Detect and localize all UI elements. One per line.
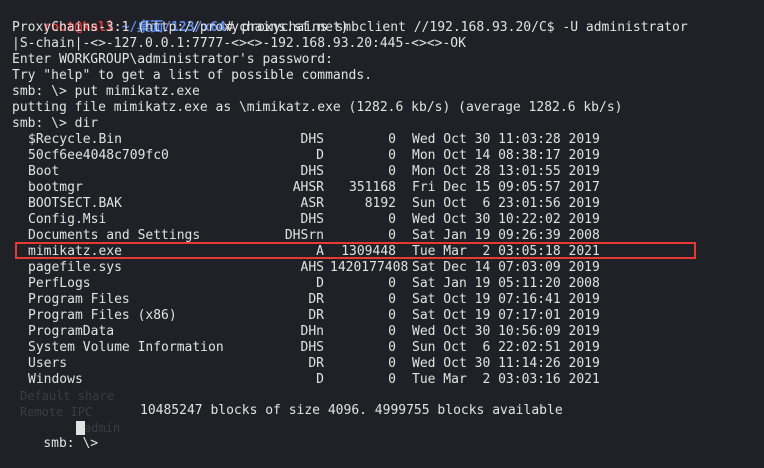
dir-date: Mon Oct 28 13:01:55 2019 [412, 164, 600, 179]
dir-row: Users DR 0 Wed Oct 30 11:14:26 2019 [0, 356, 764, 372]
dir-row: Program Files (x86) DR 0 Sat Oct 19 07:17:0… [0, 308, 764, 324]
highlight-box [15, 242, 696, 259]
dir-attr: DR [308, 356, 324, 371]
ghost-text-default-share: Default share [20, 389, 114, 403]
dir-name: $Recycle.Bin [28, 132, 122, 147]
dir-attr: DHS [300, 164, 324, 179]
dir-attr: DR [308, 308, 324, 323]
dir-attr: DHS [300, 340, 324, 355]
dir-row: $Recycle.Bin DHS 0 Wed Oct 30 11:03:28 2019 [0, 132, 764, 148]
dir-size: 0 [388, 340, 396, 355]
dir-name: pagefile.sys [28, 260, 122, 275]
dir-name: BOOTSECT.BAK [28, 196, 122, 211]
dir-name: PerfLogs [28, 276, 91, 291]
dir-name: Program Files [28, 292, 130, 307]
dir-name: Config.Msi [28, 212, 107, 227]
dir-date: Sat Oct 19 07:16:41 2019 [412, 292, 600, 307]
dir-row: pagefile.sys AHS 1420177408 Sat Dec 14 07:0… [0, 260, 764, 276]
dir-attr: D [316, 276, 324, 291]
dir-row: Program Files DR 0 Sat Oct 19 07:16:41 2019 [0, 292, 764, 308]
dir-name: 50cf6ee4048c709fc0 [28, 148, 169, 163]
dir-name: Boot [28, 164, 60, 179]
terminal-cursor [76, 421, 85, 435]
dir-row: bootmgr AHSR 351168 Fri Dec 15 09:05:57 201… [0, 180, 764, 196]
dir-size: 0 [388, 324, 396, 339]
dir-size: 0 [388, 292, 396, 307]
dir-row: BOOTSECT.BAK ASR 8192 Sun Oct 6 23:01:56 20… [0, 196, 764, 212]
dir-size: 0 [388, 308, 396, 323]
dir-date: Sun Oct 6 23:01:56 2019 [412, 196, 600, 211]
dir-row: Boot DHS 0 Mon Oct 28 13:01:55 2019 [0, 164, 764, 180]
dir-attr: D [316, 372, 324, 387]
dir-row: Windows D 0 Tue Mar 2 03:03:16 2021 [0, 372, 764, 388]
dir-attr: DHS [300, 212, 324, 227]
dir-date: Tue Mar 2 03:03:16 2021 [412, 372, 600, 387]
dir-size: 351168 [349, 180, 396, 195]
output-line: smb: \> put mimikatz.exe [12, 84, 200, 99]
dir-size: 0 [388, 356, 396, 371]
dir-size: 0 [388, 276, 396, 291]
dir-row: System Volume Information DHS 0 Sun Oct 6 2… [0, 340, 764, 356]
ghost-text-remote-ipc: Remote IPC [20, 405, 93, 419]
dir-name: Users [28, 356, 68, 371]
dir-size: 1420177408 [330, 260, 409, 275]
dir-date: Fri Dec 15 09:05:57 2017 [412, 180, 600, 195]
dir-name: System Volume Information [28, 340, 224, 355]
dir-date: Sat Dec 14 07:03:09 2019 [412, 260, 600, 275]
dir-date: Sat Jan 19 05:11:20 2008 [412, 276, 600, 291]
dir-date: Wed Oct 30 10:56:09 2019 [412, 324, 600, 339]
dir-attr: AHS [300, 260, 324, 275]
dir-date: Wed Oct 30 10:22:02 2019 [412, 212, 600, 227]
dir-attr: DHS [300, 132, 324, 147]
output-line: |S-chain|-<>-127.0.0.1:7777-<><>-192.168… [12, 36, 466, 51]
dir-name: ProgramData [28, 324, 115, 339]
output-line: ProxyChains-3.1 (http://proxychains.sf.n… [12, 20, 349, 35]
dir-name: Windows [28, 372, 83, 387]
smb-prompt-line[interactable]: smb: \> [12, 420, 106, 451]
dir-size: 0 [388, 212, 396, 227]
dir-date: Wed Oct 30 11:03:28 2019 [412, 132, 600, 147]
dir-date: Sun Oct 6 22:02:51 2019 [412, 340, 600, 355]
dir-name: bootmgr [28, 180, 83, 195]
dir-size: 0 [388, 372, 396, 387]
dir-date: Wed Oct 30 11:14:26 2019 [412, 356, 600, 371]
dir-size: 8192 [364, 196, 396, 211]
output-line: Enter WORKGROUP\administrator's password… [12, 52, 333, 67]
dir-attr: ASR [300, 196, 324, 211]
dir-size: 0 [388, 148, 396, 163]
dir-attr: DR [308, 292, 324, 307]
dir-date: Mon Oct 14 08:38:17 2019 [412, 148, 600, 163]
output-line: smb: \> dir [12, 116, 99, 131]
dir-date: Sat Oct 19 07:17:01 2019 [412, 308, 600, 323]
dir-row: ProgramData DHn 0 Wed Oct 30 10:56:09 2019 [0, 324, 764, 340]
dir-row: PerfLogs D 0 Sat Jan 19 05:11:20 2008 [0, 276, 764, 292]
dir-size: 0 [388, 132, 396, 147]
terminal-window[interactable]: Default share Remote IPC admin root@kali… [0, 0, 764, 451]
dir-row: 50cf6ee4048c709fc0 D 0 Mon Oct 14 08:38:17 … [0, 148, 764, 164]
blocks-summary: 10485247 blocks of size 4096. 4999755 bl… [140, 403, 563, 418]
shell-command-line: root@kali:~/桌面/123/x64# proxychains smbc… [12, 4, 687, 35]
dir-attr: DHn [300, 324, 324, 339]
dir-size: 0 [388, 164, 396, 179]
dir-row: Config.Msi DHS 0 Wed Oct 30 10:22:02 2019 [0, 212, 764, 228]
output-line: putting file mimikatz.exe as \mimikatz.e… [12, 100, 623, 115]
dir-name: Program Files (x86) [28, 308, 177, 323]
dir-attr: D [316, 148, 324, 163]
dir-attr: AHSR [292, 180, 324, 195]
output-line: Try "help" to get a list of possible com… [12, 68, 373, 83]
